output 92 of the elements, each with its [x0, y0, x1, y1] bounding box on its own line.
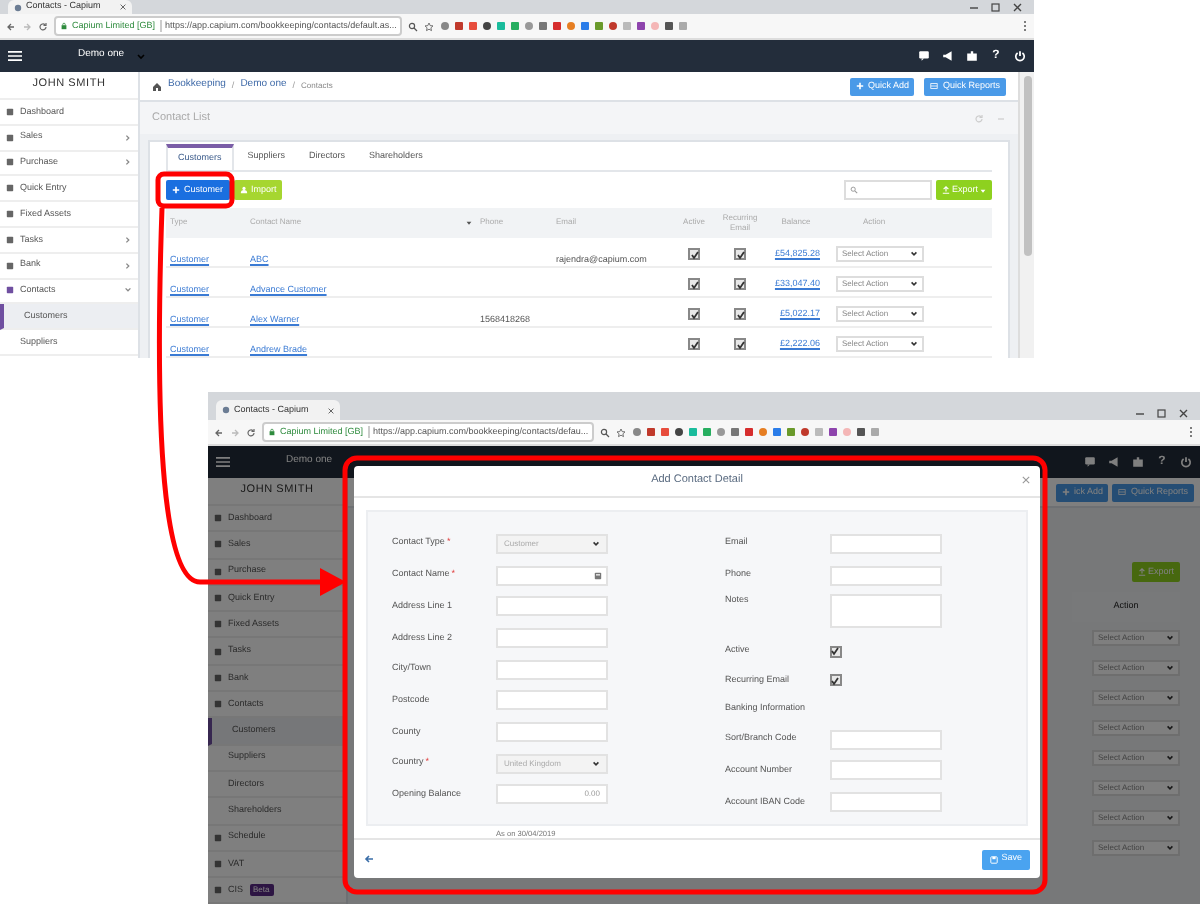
caret-icon [980, 187, 986, 193]
checkbox[interactable] [688, 248, 700, 260]
checkbox[interactable] [734, 308, 746, 320]
input-field[interactable] [829, 760, 941, 781]
back-icon[interactable] [6, 21, 16, 31]
reload-icon[interactable] [38, 21, 48, 31]
scrollbar-thumb[interactable] [1023, 76, 1031, 256]
window-controls-drawing[interactable] [1132, 408, 1192, 420]
plus-icon [855, 82, 864, 90]
lock-icon [60, 22, 68, 30]
square-icon [6, 184, 14, 193]
square-icon [6, 210, 14, 219]
input-field[interactable] [496, 659, 608, 680]
upload-icon [941, 186, 950, 194]
checkbox[interactable] [734, 338, 746, 350]
checkbox[interactable] [734, 248, 746, 260]
chat-icon[interactable] [918, 50, 930, 62]
search-field[interactable] [843, 180, 932, 200]
square-icon [6, 158, 14, 167]
window-controls-drawing[interactable] [966, 2, 1026, 14]
square-icon [6, 133, 14, 142]
highlight-frame [155, 171, 235, 209]
square-icon [214, 514, 222, 523]
megaphone-icon[interactable] [942, 50, 954, 62]
input-field[interactable] [829, 565, 941, 586]
reload-icon[interactable] [246, 427, 256, 437]
square-icon [6, 235, 14, 244]
checkbox[interactable] [688, 278, 700, 290]
square-icon [214, 540, 222, 549]
checkmark-icon [689, 279, 699, 289]
checkmark-icon [689, 339, 699, 349]
close-icon[interactable] [120, 4, 126, 10]
square-icon [214, 833, 222, 842]
search-icon [849, 186, 858, 194]
checkbox[interactable] [829, 674, 841, 687]
globe-icon [222, 406, 230, 414]
input-field[interactable] [829, 792, 941, 813]
home-icon [152, 81, 162, 91]
menu-icon[interactable] [8, 50, 22, 62]
input-field[interactable] [496, 627, 608, 648]
list-icon [930, 82, 939, 90]
square-icon [6, 261, 14, 270]
search-icon[interactable] [408, 21, 419, 31]
checkmark-icon [830, 646, 840, 657]
checkbox[interactable] [734, 278, 746, 290]
list-icon [1118, 488, 1127, 496]
input-field[interactable] [496, 565, 608, 586]
star-icon[interactable] [616, 427, 627, 437]
user-icon [239, 186, 248, 194]
sort-caret-icon[interactable] [466, 219, 472, 226]
checkmark-icon [735, 309, 745, 319]
input-field[interactable] [829, 533, 941, 554]
checkbox[interactable] [688, 338, 700, 350]
power-icon[interactable] [1014, 50, 1026, 62]
square-icon [6, 286, 14, 295]
checkbox[interactable] [829, 645, 841, 658]
floppy-disk-icon [989, 855, 998, 863]
checkmark-icon [735, 279, 745, 289]
back-icon[interactable] [214, 427, 224, 437]
input-field[interactable] [829, 729, 941, 750]
square-icon [214, 594, 222, 603]
checkmark-icon [830, 675, 840, 686]
scrollbar[interactable] [1018, 72, 1034, 358]
close-icon[interactable] [328, 407, 334, 413]
close-icon[interactable] [1022, 476, 1030, 484]
checkbox[interactable] [688, 308, 700, 320]
puzzle-icon[interactable] [966, 50, 978, 62]
checkmark-icon [735, 249, 745, 259]
square-icon [214, 567, 222, 576]
input-field[interactable] [496, 690, 608, 711]
checkmark-icon [689, 249, 699, 259]
square-icon [6, 107, 14, 116]
plus-icon [172, 186, 180, 194]
input-field[interactable] [496, 721, 608, 742]
square-icon [214, 647, 222, 656]
square-icon [214, 860, 222, 868]
globe-icon [14, 3, 22, 11]
square-icon [214, 700, 222, 709]
notes-field[interactable] [829, 594, 941, 629]
input-field[interactable] [496, 596, 608, 617]
plus-icon [1061, 488, 1070, 496]
lock-icon [268, 428, 276, 436]
search-icon[interactable] [600, 427, 611, 437]
calculator-icon [594, 571, 602, 580]
back-arrow-icon[interactable] [364, 854, 374, 864]
upload-icon [1137, 568, 1146, 576]
square-icon [214, 886, 222, 895]
checkmark-icon [735, 339, 745, 349]
square-icon [214, 673, 222, 682]
star-icon[interactable] [424, 21, 435, 31]
checkmark-icon [689, 309, 699, 319]
square-icon [214, 620, 222, 629]
